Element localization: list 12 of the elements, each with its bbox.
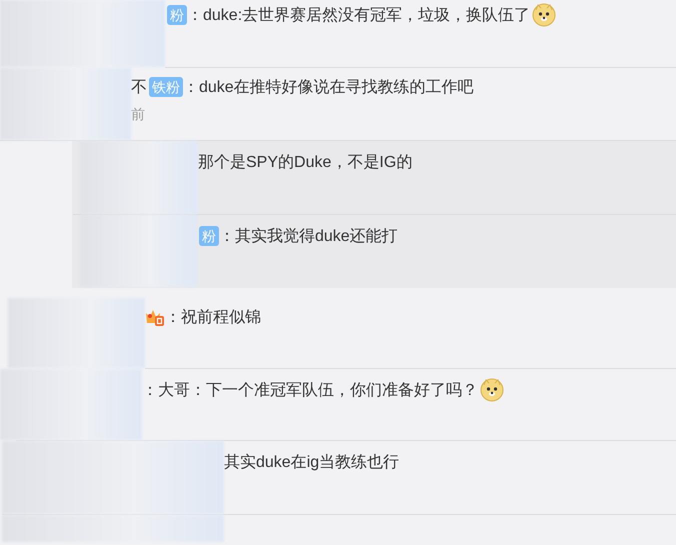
fan-badge: 铁粉 <box>149 77 183 97</box>
comment-text: ：祝前程似锦 <box>165 308 261 328</box>
comment-text: 其实duke在ig当教练也行 <box>224 452 400 472</box>
comment-text: ：duke在推特好像说在寻找教练的工作吧 <box>183 78 474 98</box>
comment-text: ：duke:去世界赛居然没有冠军，垃圾，换队伍了 <box>187 6 530 26</box>
username-fragment: 不 <box>131 78 147 98</box>
fan-badge: 粉 <box>199 226 219 246</box>
comment-text: 那个是SPY的Duke，不是IG的 <box>198 152 412 172</box>
comment-text: ：其实我觉得duke还能打 <box>219 226 398 246</box>
comment-time-fragment: 前 <box>131 106 146 124</box>
comment-text: ：大哥：下一个准冠军队伍，你们准备好了吗？ <box>142 380 478 400</box>
fan-badge: 粉 <box>167 5 187 25</box>
